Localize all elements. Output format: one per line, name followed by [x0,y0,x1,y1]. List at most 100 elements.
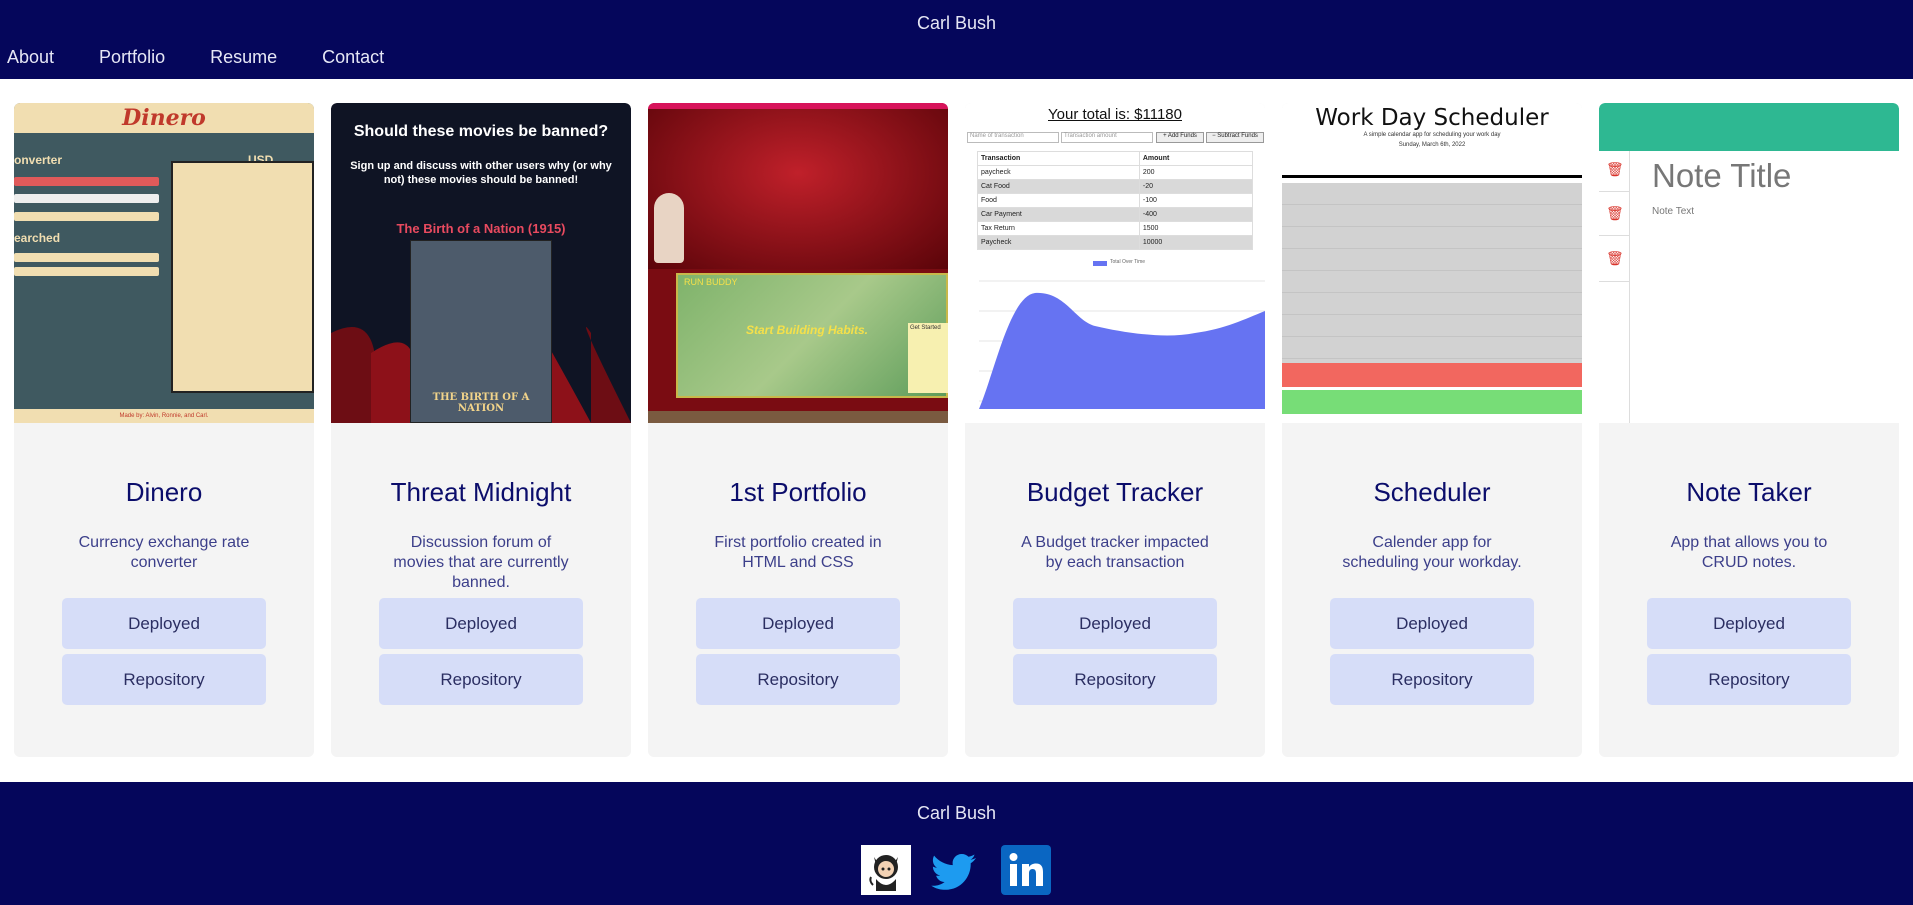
deployed-button[interactable]: Deployed [1647,598,1851,649]
deployed-button[interactable]: Deployed [62,598,266,649]
thumb-bar [14,177,159,186]
thumb-name-input: Name of transaction [967,132,1059,143]
thumb-poster: THE BIRTH OF A NATION [410,240,552,423]
thumb-avatar [654,193,684,263]
thumb-runbuddy-form: Get Started [908,323,948,393]
site-title: Carl Bush [916,13,997,33]
project-thumbnail[interactable]: 🗑 🗑 🗑 Note Title Note Text [1599,103,1899,423]
thumb-note-sidebar-border [1629,151,1630,423]
repository-button[interactable]: Repository [62,654,266,705]
transaction-name: Food [977,193,1140,208]
trash-icon: 🗑 [1606,250,1624,266]
linkedin-icon[interactable] [1001,845,1051,895]
thumb-scheduler-date: Sunday, March 6th, 2022 [1398,142,1466,148]
repository-button[interactable]: Repository [1647,654,1851,705]
project-description: A Budget tracker impacted by each transa… [1021,534,1209,571]
deployed-button[interactable]: Deployed [379,598,583,649]
project-card-threat-midnight: Should these movies be banned? Sign up a… [331,103,631,757]
project-thumbnail[interactable]: Your total is: $11180 Name of transactio… [965,103,1265,423]
table-row: Cat Food -20 [977,179,1254,194]
thumb-label: onverter [14,153,63,167]
thumb-runbuddy-headline: Start Building Habits. [746,323,869,337]
project-description: Discussion forum of movies that are curr… [393,534,569,591]
deployed-button[interactable]: Deployed [696,598,900,649]
nav-portfolio[interactable]: Portfolio [99,47,165,68]
thumb-past-rows [1282,183,1582,363]
thumb-transactions-table: Transaction Amount paycheck 200 Cat Food -2… [977,151,1254,250]
transaction-name: Paycheck [977,235,1140,250]
project-thumbnail[interactable]: Dinero onverter USD Curren earched Made … [14,103,314,423]
thumb-present-row [1282,363,1582,387]
thumb-note-header [1599,103,1899,151]
nav-contact[interactable]: Contact [322,47,384,68]
project-thumbnail[interactable]: RUN BUDDY Start Building Habits. Get Sta… [648,103,948,423]
table-row: Food -100 [977,193,1254,208]
project-thumbnail[interactable]: Work Day Scheduler A simple calendar app… [1282,103,1582,423]
thumb-bar [14,267,159,276]
thumb-note-divider [1599,235,1629,236]
nav-resume[interactable]: Resume [210,47,277,68]
main-nav: About Portfolio Resume Contact [7,47,429,68]
thumb-divider [1282,175,1582,178]
thumb-bar [14,194,159,203]
thumb-legend-swatch [1093,261,1107,266]
project-card-1st-portfolio: RUN BUDDY Start Building Habits. Get Sta… [648,103,948,757]
github-icon[interactable] [861,845,911,895]
thumb-note-divider [1599,191,1629,192]
project-title: Threat Midnight [390,477,572,507]
transaction-name: paycheck [977,165,1140,180]
nav-about[interactable]: About [7,47,54,68]
repository-button[interactable]: Repository [1330,654,1534,705]
thumb-poster-text: THE BIRTH OF A NATION [432,392,530,414]
project-cards: Dinero onverter USD Curren earched Made … [14,103,1900,757]
repository-button[interactable]: Repository [696,654,900,705]
thumb-note-divider [1599,281,1629,282]
table-row: Tax Return 1500 [977,221,1254,236]
table-header: Amount [1138,151,1254,166]
thumb-subtract-funds: − Subtract Funds [1206,132,1264,143]
thumb-area-chart [979,280,1265,409]
table-row: paycheck 200 [977,165,1254,180]
twitter-icon[interactable] [931,845,981,895]
thumb-runbuddy: RUN BUDDY Start Building Habits. Get Sta… [676,273,948,398]
thumb-amount-input: Transaction amount [1061,132,1153,143]
project-description: App that allows you to CRUD notes. [1670,534,1828,571]
transaction-name: Tax Return [977,221,1140,236]
thumb-logo: Dinero [14,103,314,133]
trash-icon: 🗑 [1606,205,1624,221]
trash-icon: 🗑 [1606,161,1624,177]
transaction-amount: -100 [1138,193,1254,208]
project-title: 1st Portfolio [729,477,867,507]
project-title: Scheduler [1373,477,1491,507]
project-title: Budget Tracker [1026,477,1204,507]
thumb-hero [648,109,948,269]
thumb-rates-panel [171,161,314,393]
thumb-bar [14,253,159,262]
table-row: Car Payment -400 [977,207,1254,222]
project-thumbnail[interactable]: Should these movies be banned? Sign up a… [331,103,631,423]
thumb-note-text: Note Text [1652,206,1695,217]
deployed-button[interactable]: Deployed [1330,598,1534,649]
transaction-amount: 200 [1138,165,1254,180]
repository-button[interactable]: Repository [1013,654,1217,705]
repository-button[interactable]: Repository [379,654,583,705]
project-description: Calender app for scheduling your workday… [1342,534,1522,571]
project-card-note-taker: 🗑 🗑 🗑 Note Title Note Text Note Taker Ap… [1599,103,1899,757]
thumb-runbuddy-logo: RUN BUDDY [684,277,738,287]
project-card-budget-tracker: Your total is: $11180 Name of transactio… [965,103,1265,757]
deployed-button[interactable]: Deployed [1013,598,1217,649]
footer-name: Carl Bush [916,803,997,823]
thumb-bottom-strip [648,411,948,423]
thumb-bar [14,212,159,221]
project-description: First portfolio created in HTML and CSS [714,534,882,571]
project-description: Currency exchange rate converter [78,534,250,571]
social-links [861,845,1051,895]
thumb-scheduler-subtitle: A simple calendar app for scheduling you… [1363,132,1501,138]
table-header: Transaction [977,151,1140,166]
project-title: Dinero [125,477,203,507]
project-card-dinero: Dinero onverter USD Curren earched Made … [14,103,314,757]
site-header: Carl Bush About Portfolio Resume Contact [0,0,1913,79]
transaction-amount: 1500 [1138,221,1254,236]
thumb-legend-label: Total Over Time [1110,259,1146,265]
project-title: Note Taker [1686,477,1812,507]
